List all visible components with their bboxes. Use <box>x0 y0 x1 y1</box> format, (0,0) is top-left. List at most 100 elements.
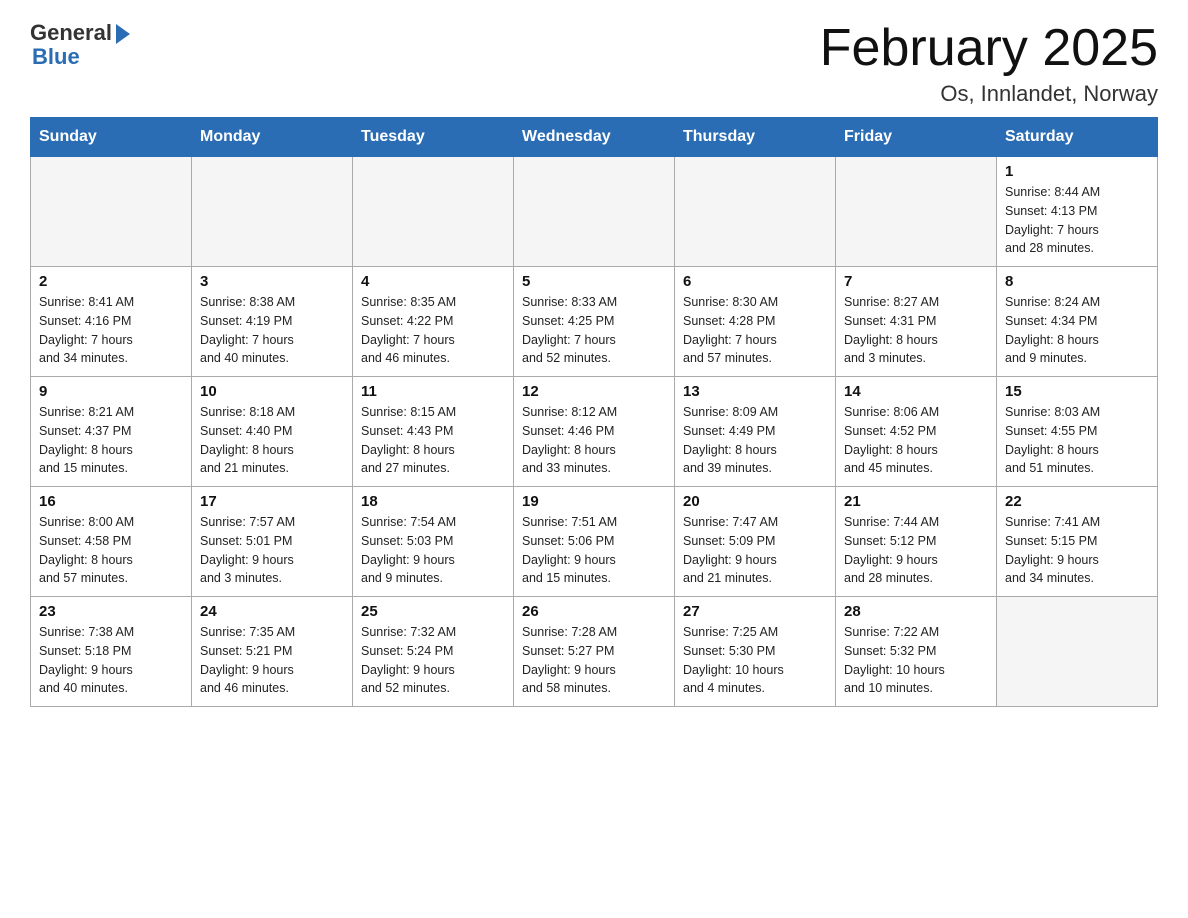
day-number: 5 <box>522 273 666 290</box>
calendar-day-cell <box>353 157 514 267</box>
calendar-day-cell: 27 Sunrise: 7:25 AM Sunset: 5:30 PM Dayli… <box>675 597 836 707</box>
calendar-day-cell: 24 Sunrise: 7:35 AM Sunset: 5:21 PM Dayli… <box>192 597 353 707</box>
day-number: 28 <box>844 603 988 620</box>
day-info-text: Sunrise: 8:35 AM Sunset: 4:22 PM Dayligh… <box>361 293 505 368</box>
day-number: 25 <box>361 603 505 620</box>
calendar-day-cell: 26Sunrise: 7:28 AM Sunset: 5:27 PM Dayli… <box>514 597 675 707</box>
calendar-day-cell <box>31 157 192 267</box>
day-number: 2 <box>39 273 183 290</box>
calendar-day-cell: 16 Sunrise: 8:00 AM Sunset: 4:58 PM Dayli… <box>31 487 192 597</box>
day-number: 22 <box>1005 493 1149 510</box>
day-info-text: Sunrise: 7:51 AM Sunset: 5:06 PM Dayligh… <box>522 513 666 588</box>
title-block: February 2025 Os, Innlandet, Norway <box>820 20 1158 107</box>
calendar-day-cell: 9Sunrise: 8:21 AM Sunset: 4:37 PM Daylig… <box>31 377 192 487</box>
calendar-day-cell: 8Sunrise: 8:24 AM Sunset: 4:34 PM Daylig… <box>997 267 1158 377</box>
weekday-header-monday: Monday <box>192 118 353 157</box>
day-number: 16 <box>39 493 183 510</box>
day-info-text: Sunrise: 8:12 AM Sunset: 4:46 PM Dayligh… <box>522 403 666 478</box>
day-info-text: Sunrise: 8:27 AM Sunset: 4:31 PM Dayligh… <box>844 293 988 368</box>
calendar-day-cell <box>997 597 1158 707</box>
day-info-text: Sunrise: 7:41 AM Sunset: 5:15 PM Dayligh… <box>1005 513 1149 588</box>
day-info-text: Sunrise: 7:25 AM Sunset: 5:30 PM Dayligh… <box>683 623 827 698</box>
day-info-text: Sunrise: 7:38 AM Sunset: 5:18 PM Dayligh… <box>39 623 183 698</box>
calendar-day-cell: 28Sunrise: 7:22 AM Sunset: 5:32 PM Dayli… <box>836 597 997 707</box>
calendar-header-row: SundayMondayTuesdayWednesdayThursdayFrid… <box>31 118 1158 157</box>
weekday-header-tuesday: Tuesday <box>353 118 514 157</box>
logo: General Blue <box>30 20 130 70</box>
calendar-day-cell: 1 Sunrise: 8:44 AM Sunset: 4:13 PM Daylig… <box>997 157 1158 267</box>
day-info-text: Sunrise: 7:54 AM Sunset: 5:03 PM Dayligh… <box>361 513 505 588</box>
logo-general-text: General <box>30 20 112 46</box>
calendar-day-cell: 11 Sunrise: 8:15 AM Sunset: 4:43 PM Dayli… <box>353 377 514 487</box>
calendar-day-cell <box>514 157 675 267</box>
day-info-text: Sunrise: 7:47 AM Sunset: 5:09 PM Dayligh… <box>683 513 827 588</box>
day-number: 12 <box>522 383 666 400</box>
calendar-week-row: 9Sunrise: 8:21 AM Sunset: 4:37 PM Daylig… <box>31 377 1158 487</box>
day-info-text: Sunrise: 7:35 AM Sunset: 5:21 PM Dayligh… <box>200 623 344 698</box>
calendar-day-cell <box>192 157 353 267</box>
calendar-day-cell: 22 Sunrise: 7:41 AM Sunset: 5:15 PM Dayli… <box>997 487 1158 597</box>
day-number: 18 <box>361 493 505 510</box>
day-info-text: Sunrise: 8:21 AM Sunset: 4:37 PM Dayligh… <box>39 403 183 478</box>
day-number: 27 <box>683 603 827 620</box>
calendar-day-cell: 15Sunrise: 8:03 AM Sunset: 4:55 PM Dayli… <box>997 377 1158 487</box>
day-info-text: Sunrise: 8:44 AM Sunset: 4:13 PM Dayligh… <box>1005 183 1149 258</box>
day-info-text: Sunrise: 8:18 AM Sunset: 4:40 PM Dayligh… <box>200 403 344 478</box>
day-number: 8 <box>1005 273 1149 290</box>
calendar-week-row: 2 Sunrise: 8:41 AM Sunset: 4:16 PM Daylig… <box>31 267 1158 377</box>
day-number: 23 <box>39 603 183 620</box>
calendar-day-cell: 3Sunrise: 8:38 AM Sunset: 4:19 PM Daylig… <box>192 267 353 377</box>
calendar-day-cell: 2 Sunrise: 8:41 AM Sunset: 4:16 PM Daylig… <box>31 267 192 377</box>
day-number: 6 <box>683 273 827 290</box>
calendar-day-cell: 14 Sunrise: 8:06 AM Sunset: 4:52 PM Dayli… <box>836 377 997 487</box>
day-number: 13 <box>683 383 827 400</box>
weekday-header-thursday: Thursday <box>675 118 836 157</box>
day-number: 14 <box>844 383 988 400</box>
day-number: 26 <box>522 603 666 620</box>
calendar-day-cell: 12 Sunrise: 8:12 AM Sunset: 4:46 PM Dayli… <box>514 377 675 487</box>
calendar-day-cell: 25 Sunrise: 7:32 AM Sunset: 5:24 PM Dayli… <box>353 597 514 707</box>
page-header: General Blue February 2025 Os, Innlandet… <box>30 20 1158 107</box>
month-title: February 2025 <box>820 20 1158 77</box>
calendar-day-cell: 19 Sunrise: 7:51 AM Sunset: 5:06 PM Dayli… <box>514 487 675 597</box>
calendar-day-cell: 5 Sunrise: 8:33 AM Sunset: 4:25 PM Daylig… <box>514 267 675 377</box>
weekday-header-wednesday: Wednesday <box>514 118 675 157</box>
calendar-day-cell <box>836 157 997 267</box>
day-info-text: Sunrise: 8:33 AM Sunset: 4:25 PM Dayligh… <box>522 293 666 368</box>
weekday-header-friday: Friday <box>836 118 997 157</box>
day-info-text: Sunrise: 8:30 AM Sunset: 4:28 PM Dayligh… <box>683 293 827 368</box>
calendar-day-cell: 13Sunrise: 8:09 AM Sunset: 4:49 PM Dayli… <box>675 377 836 487</box>
day-number: 17 <box>200 493 344 510</box>
calendar-week-row: 1 Sunrise: 8:44 AM Sunset: 4:13 PM Daylig… <box>31 157 1158 267</box>
day-info-text: Sunrise: 8:00 AM Sunset: 4:58 PM Dayligh… <box>39 513 183 588</box>
location-text: Os, Innlandet, Norway <box>820 81 1158 107</box>
day-number: 11 <box>361 383 505 400</box>
calendar-day-cell: 20 Sunrise: 7:47 AM Sunset: 5:09 PM Dayli… <box>675 487 836 597</box>
calendar-day-cell: 17 Sunrise: 7:57 AM Sunset: 5:01 PM Dayli… <box>192 487 353 597</box>
day-number: 19 <box>522 493 666 510</box>
calendar-week-row: 16 Sunrise: 8:00 AM Sunset: 4:58 PM Dayli… <box>31 487 1158 597</box>
day-info-text: Sunrise: 8:06 AM Sunset: 4:52 PM Dayligh… <box>844 403 988 478</box>
calendar-day-cell: 21Sunrise: 7:44 AM Sunset: 5:12 PM Dayli… <box>836 487 997 597</box>
calendar-day-cell: 7 Sunrise: 8:27 AM Sunset: 4:31 PM Daylig… <box>836 267 997 377</box>
day-info-text: Sunrise: 8:03 AM Sunset: 4:55 PM Dayligh… <box>1005 403 1149 478</box>
day-info-text: Sunrise: 7:57 AM Sunset: 5:01 PM Dayligh… <box>200 513 344 588</box>
day-number: 20 <box>683 493 827 510</box>
day-info-text: Sunrise: 8:15 AM Sunset: 4:43 PM Dayligh… <box>361 403 505 478</box>
calendar-day-cell: 10 Sunrise: 8:18 AM Sunset: 4:40 PM Dayli… <box>192 377 353 487</box>
calendar-day-cell: 4Sunrise: 8:35 AM Sunset: 4:22 PM Daylig… <box>353 267 514 377</box>
day-info-text: Sunrise: 8:38 AM Sunset: 4:19 PM Dayligh… <box>200 293 344 368</box>
logo-blue-text: Blue <box>30 44 80 70</box>
calendar-table: SundayMondayTuesdayWednesdayThursdayFrid… <box>30 117 1158 707</box>
weekday-header-sunday: Sunday <box>31 118 192 157</box>
calendar-day-cell: 23 Sunrise: 7:38 AM Sunset: 5:18 PM Dayli… <box>31 597 192 707</box>
day-number: 10 <box>200 383 344 400</box>
day-info-text: Sunrise: 7:32 AM Sunset: 5:24 PM Dayligh… <box>361 623 505 698</box>
day-number: 24 <box>200 603 344 620</box>
day-number: 1 <box>1005 163 1149 180</box>
day-info-text: Sunrise: 8:41 AM Sunset: 4:16 PM Dayligh… <box>39 293 183 368</box>
calendar-day-cell <box>675 157 836 267</box>
weekday-header-saturday: Saturday <box>997 118 1158 157</box>
day-number: 7 <box>844 273 988 290</box>
calendar-day-cell: 6 Sunrise: 8:30 AM Sunset: 4:28 PM Daylig… <box>675 267 836 377</box>
